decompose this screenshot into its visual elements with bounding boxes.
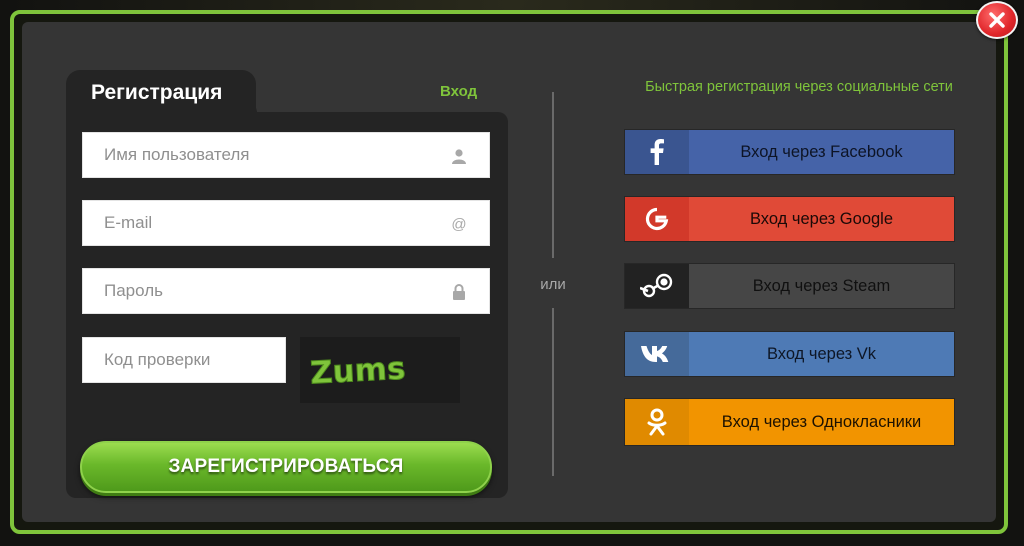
password-input[interactable] — [83, 281, 489, 301]
email-input[interactable] — [83, 213, 489, 233]
close-button[interactable] — [976, 1, 1018, 39]
facebook-login-label: Вход через Facebook — [689, 130, 954, 174]
vk-icon — [625, 332, 689, 376]
odnoklassniki-icon — [625, 399, 689, 445]
email-field[interactable]: @ — [82, 200, 490, 246]
steam-login-button[interactable]: Вход через Steam — [624, 263, 955, 309]
divider-line-top — [552, 92, 554, 258]
captcha-code-input[interactable] — [83, 350, 285, 370]
google-login-button[interactable]: Вход через Google — [624, 196, 955, 242]
tab-login[interactable]: Вход — [440, 83, 477, 100]
odnoklassniki-login-label: Вход через Однокласники — [689, 399, 954, 445]
at-icon: @ — [451, 215, 467, 233]
password-field[interactable] — [82, 268, 490, 314]
facebook-login-button[interactable]: Вход через Facebook — [624, 129, 955, 175]
steam-icon — [625, 264, 689, 308]
username-input[interactable] — [83, 145, 489, 165]
registration-form: @ Zums ЗАРЕГИСТРИРОВАТЬСЯ — [66, 112, 508, 498]
divider-or-text: или — [540, 276, 566, 293]
divider-line-bottom — [552, 308, 554, 476]
captcha-text: Zums — [309, 350, 407, 389]
vk-login-label: Вход через Vk — [689, 332, 954, 376]
steam-login-label: Вход через Steam — [689, 264, 954, 308]
modal-body: Регистрация Вход @ — [22, 22, 996, 522]
vk-login-button[interactable]: Вход через Vk — [624, 331, 955, 377]
facebook-icon — [625, 130, 689, 174]
svg-text:Zums: Zums — [309, 351, 406, 389]
close-icon — [989, 12, 1005, 28]
username-field[interactable] — [82, 132, 490, 178]
odnoklassniki-login-button[interactable]: Вход через Однокласники — [624, 398, 955, 446]
captcha-code-field[interactable] — [82, 337, 286, 383]
lock-icon — [449, 282, 469, 302]
registration-modal: Регистрация Вход @ — [10, 10, 1008, 534]
user-icon — [449, 146, 469, 166]
register-button[interactable]: ЗАРЕГИСТРИРОВАТЬСЯ — [80, 441, 492, 493]
google-login-label: Вход через Google — [689, 197, 954, 241]
google-icon — [625, 197, 689, 241]
captcha-image: Zums — [300, 337, 460, 403]
social-title: Быстрая регистрация через социальные сет… — [645, 79, 953, 95]
